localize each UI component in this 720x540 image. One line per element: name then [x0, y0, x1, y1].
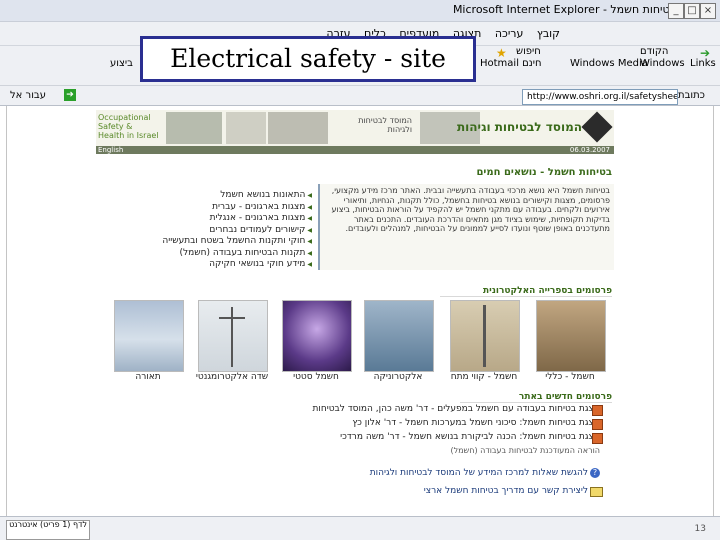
- back-arrow-icon[interactable]: ➔: [700, 46, 710, 60]
- back-button[interactable]: הקודם: [640, 46, 668, 57]
- publication-item-1[interactable]: מצגת בטיחות בעבודה עם חשמל במפעלים - דר'…: [300, 404, 600, 414]
- go-button[interactable]: עבור אל: [10, 90, 46, 101]
- tile-power-lines-image[interactable]: [450, 300, 520, 372]
- tile-emf-caption[interactable]: שדה אלקטרומגנטי: [192, 372, 272, 382]
- banner-photo-machine: [268, 112, 328, 144]
- address-bar: עבור אל ➔ http://www.oshri.org.il/safety…: [0, 86, 720, 106]
- slide-title: Electrical safety - site: [140, 36, 476, 82]
- tile-static-caption[interactable]: חשמל סטטי: [276, 372, 356, 382]
- publication-item-2[interactable]: מצגת בטיחות חשמל: סיכוני חשמל במערכות חש…: [300, 418, 600, 428]
- tile-lighting-image[interactable]: [114, 300, 184, 372]
- tile-lighting-caption[interactable]: תאורה: [108, 372, 188, 382]
- topic-link-legislation[interactable]: מידע חוקי בנושאי חקיקה: [112, 259, 312, 271]
- topic-link-regulations[interactable]: תקנות הבטיחות בעבודה (חשמל): [112, 248, 312, 260]
- tile-general-image[interactable]: [536, 300, 606, 372]
- search-button[interactable]: חיפוש: [516, 46, 541, 57]
- ppt-icon: [592, 433, 603, 444]
- english-link[interactable]: English: [98, 146, 123, 154]
- status-text: לדף (1 פריט) אינטרנט: [6, 520, 90, 540]
- toolbar-go-button[interactable]: ביצוע: [110, 58, 133, 69]
- recent-header: פרסומים חדשים באתר: [460, 392, 612, 403]
- tile-general-caption[interactable]: חשמל - כללי: [530, 372, 610, 382]
- tile-power-lines-caption[interactable]: חשמל - קווי מתח: [444, 372, 524, 382]
- hotmail-link[interactable]: Hotmail חינם: [480, 58, 542, 69]
- slide-page-number: 13: [694, 524, 706, 534]
- library-header: פרסומים בספרייה האלקטרונית: [440, 286, 612, 297]
- topic-link-selected-pages[interactable]: קישורים לעמודים נבחרים: [112, 225, 312, 237]
- org-name[interactable]: המוסד לבטיחות וגיהות: [457, 120, 582, 134]
- tile-emf-image[interactable]: [198, 300, 268, 372]
- banner-english-title: Occupational Safety & Health in Israel: [98, 113, 159, 140]
- window-titlebar: בטיחות חשמל - Microsoft Internet Explore…: [0, 0, 720, 22]
- close-button[interactable]: ×: [700, 3, 716, 19]
- topic-link-presentations-english[interactable]: מצגות בארגונים - אנגלית: [112, 213, 312, 225]
- topic-links: התאונות בנושא חשמל מצגות בארגונים - עברי…: [112, 190, 312, 271]
- menu-edit[interactable]: עריכה: [495, 27, 524, 40]
- menu-file[interactable]: קובץ: [537, 27, 560, 40]
- section-title: בטיחות חשמל - נושאים חמים: [476, 167, 612, 178]
- topic-link-presentations-hebrew[interactable]: מצגות בארגונים - עברית: [112, 202, 312, 214]
- minimize-button[interactable]: _: [668, 3, 684, 19]
- publication-item-4[interactable]: הוראה המעודכנת לבטיחות בעבודה (חשמל): [300, 446, 600, 455]
- window-title: בטיחות חשמל - Microsoft Internet Explore…: [452, 3, 676, 16]
- tile-static-image[interactable]: [282, 300, 352, 372]
- banner-photo-safety: [226, 112, 266, 144]
- windows-link[interactable]: Windows: [640, 58, 685, 69]
- org-logo-icon[interactable]: [581, 111, 613, 143]
- favorites-star-icon[interactable]: ★: [496, 46, 507, 60]
- ppt-icon: [592, 405, 603, 416]
- address-label: כתובת: [678, 90, 705, 101]
- questions-link[interactable]: להגשת שאלות למרכז המידע של המוסד לבטיחות…: [350, 468, 588, 478]
- publication-item-3[interactable]: מצגת בטיחות חשמל: הכנה לביקורת בנושא חשמ…: [300, 432, 600, 442]
- intro-paragraph: בטיחות חשמל היא נושא מרכזי בעבודה בתעשיי…: [318, 184, 614, 270]
- mail-icon: [590, 487, 603, 497]
- maximize-button[interactable]: □: [684, 3, 700, 19]
- nav-strip: English 06.03.2007: [96, 146, 614, 154]
- date-label: 06.03.2007: [569, 146, 610, 154]
- topic-link-laws[interactable]: חוקי ותקנות החשמל בשטח ובתעשייה: [112, 236, 312, 248]
- address-input[interactable]: http://www.oshri.org.il/safetysheet.htm: [522, 89, 678, 105]
- status-bar: לדף (1 פריט) אינטרנט 13: [0, 516, 720, 540]
- banner-hebrew-subtitle: המוסד לבטיחות ולגיהות: [358, 116, 412, 134]
- banner-photo-workers: [166, 112, 222, 144]
- contact-link[interactable]: ליצירת קשר עם מדריך בטיחות חשמל ארצי: [350, 486, 588, 496]
- tile-electronics-image[interactable]: [364, 300, 434, 372]
- topic-link-accidents[interactable]: התאונות בנושא חשמל: [112, 190, 312, 202]
- windows-media-link[interactable]: Windows Media: [570, 58, 648, 69]
- question-icon: ?: [590, 468, 600, 478]
- ppt-icon: [592, 419, 603, 430]
- tile-electronics-caption[interactable]: אלקטרוניקה: [358, 372, 438, 382]
- go-arrow-icon[interactable]: ➔: [64, 89, 76, 101]
- site-banner: Occupational Safety & Health in Israel ה…: [96, 110, 614, 146]
